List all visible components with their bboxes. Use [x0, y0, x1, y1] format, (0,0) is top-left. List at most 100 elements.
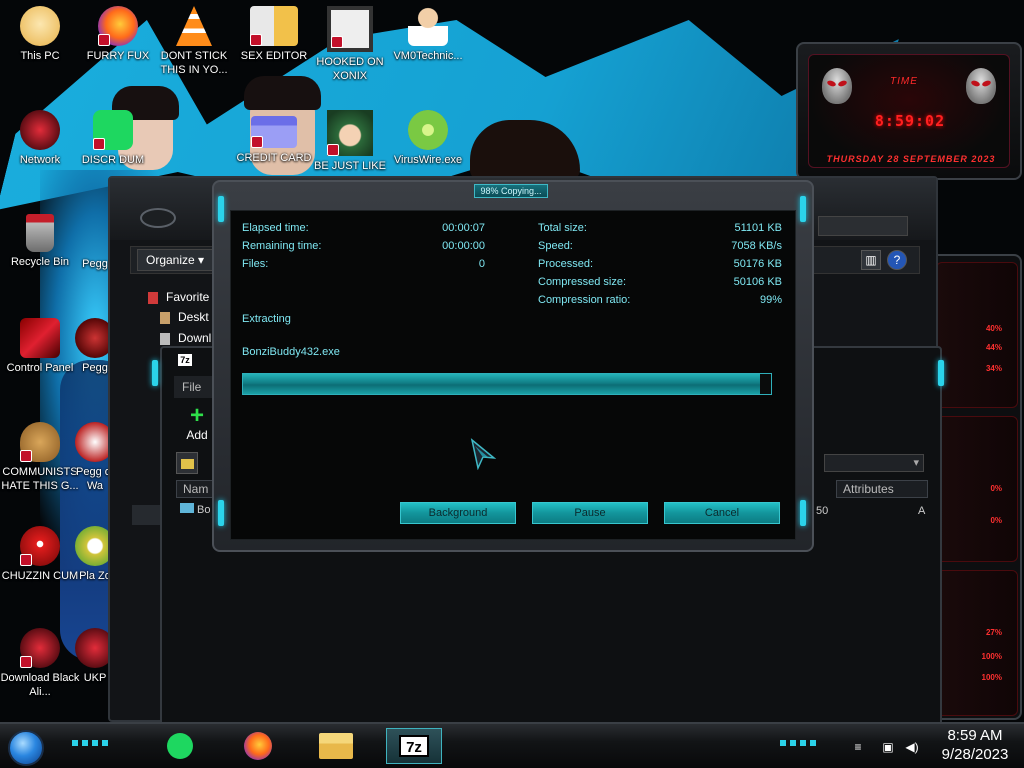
taskbar-accent: [72, 740, 112, 746]
nav-label: Downl: [178, 331, 212, 345]
pause-button[interactable]: Pause: [532, 502, 648, 524]
desktop-icon-dont-stick[interactable]: DONT STICK THIS IN YO...: [156, 6, 232, 77]
file-row-size: 50: [816, 505, 829, 517]
alien-head-icon: [966, 68, 996, 104]
add-button[interactable]: + Add: [182, 402, 212, 443]
desktop-icon-vm0technic[interactable]: VM0Technic...: [388, 6, 468, 63]
notification-icon[interactable]: ≡: [850, 740, 866, 754]
desktop-icon-chuzzin[interactable]: CHUZZIN CUM: [0, 526, 80, 583]
drive-usage-percent: 0%: [990, 516, 1002, 525]
cpu-core-percent: 44%: [985, 343, 1002, 352]
background-button[interactable]: Background: [400, 502, 516, 524]
operation-status: Extracting: [242, 313, 291, 325]
desktop-icon-label: VM0Technic...: [393, 50, 463, 62]
column-header-name[interactable]: Nam: [176, 480, 216, 498]
recycle-bin-icon: [26, 214, 54, 252]
nav-label: Deskt: [178, 310, 209, 324]
desktop-icon-recycle-bin[interactable]: Recycle Bin: [0, 214, 80, 269]
processed-label: Processed:: [538, 258, 594, 270]
desktop-icon-sex-editor[interactable]: SEX EDITOR: [234, 6, 314, 63]
compressed-size-value: 50106 KB: [733, 276, 782, 288]
desktop-icon-network[interactable]: Network: [0, 110, 80, 167]
desktop-icon-label: SEX EDITOR: [240, 50, 308, 62]
desktop-icon-label: BE JUST LIKE: [314, 160, 386, 172]
desktop-icon-credit-card[interactable]: CREDIT CARD: [234, 110, 314, 165]
mouse-cursor-icon: [470, 438, 496, 470]
compression-ratio-label: Compression ratio:: [538, 294, 631, 306]
spotify-icon: [167, 733, 193, 759]
help-icon[interactable]: ?: [887, 250, 907, 270]
file-icon: [180, 503, 194, 513]
column-attributes-label: Attributes: [843, 482, 894, 496]
start-button[interactable]: [8, 730, 44, 766]
preview-pane-icon[interactable]: ▥: [861, 250, 881, 270]
taskbar-clock[interactable]: 8:59 AM 9/28/2023: [930, 726, 1020, 764]
menu-file-label: File: [182, 380, 202, 394]
organize-button[interactable]: Organize ▾: [137, 249, 214, 271]
taskbar-date: 9/28/2023: [941, 746, 1009, 763]
folder-icon: [319, 733, 353, 759]
cancel-button[interactable]: Cancel: [664, 502, 780, 524]
progress-dialog-title[interactable]: 98% Copying...: [474, 184, 548, 198]
chuzzle-icon: [20, 526, 60, 566]
memory-percent: 100%: [981, 652, 1002, 661]
desktop-icon-label: Network: [19, 154, 61, 166]
nav-item-favorites[interactable]: Favorite: [148, 290, 209, 304]
cartoon-face-icon: [20, 6, 60, 46]
nav-item-desktop[interactable]: Deskt: [160, 310, 209, 324]
elapsed-time-label: Elapsed time:: [242, 222, 309, 234]
taskbar-accent: [780, 740, 820, 746]
hxd-editor-icon: [250, 6, 298, 46]
taskbar-spotify[interactable]: [152, 728, 208, 764]
files-value: 0: [478, 258, 485, 270]
path-combo[interactable]: [824, 454, 924, 472]
cpu-core-percent: 34%: [985, 364, 1002, 373]
column-header-attributes[interactable]: Attributes: [836, 480, 928, 498]
file-row-name[interactable]: Bo: [180, 503, 210, 516]
volume-icon[interactable]: ◀): [904, 740, 920, 754]
folder-up-icon[interactable]: [176, 452, 198, 474]
santa-icon: [327, 110, 373, 156]
desktop-icon-furry-fux[interactable]: FURRY FUX: [78, 6, 158, 63]
speed-value: 7058 KB/s: [731, 240, 782, 252]
files-label: Files:: [242, 258, 269, 270]
explorer-logo-icon: [140, 208, 176, 228]
desktop-icon-label: Control Panel: [6, 362, 74, 374]
progress-bar-fill: [243, 374, 761, 394]
frame-accent: [218, 196, 224, 222]
vlc-cone-icon: [176, 6, 212, 46]
taskbar-7zip[interactable]: 7z: [386, 728, 442, 764]
desktop-icon-label: CREDIT CARD: [236, 152, 312, 164]
explorer-search-input[interactable]: [818, 216, 908, 236]
taskbar-time: 8:59 AM: [947, 727, 1003, 744]
desktop-icon-be-just-like[interactable]: BE JUST LIKE: [310, 110, 390, 173]
desktop-icon-label: Recycle Bin: [10, 256, 70, 268]
desktop-icon-hooked-on-xonix[interactable]: HOOKED ON XONIX: [310, 6, 390, 83]
nav-item-downloads[interactable]: Downl: [160, 331, 211, 345]
desktop-icon-discord-dump[interactable]: DISCR DUM: [78, 110, 148, 167]
desktop-icon-label: This PC: [20, 50, 60, 62]
memory-percent: 100%: [981, 673, 1002, 682]
taskbar-firefox[interactable]: [230, 728, 286, 764]
taskbar-file-explorer[interactable]: [308, 728, 364, 764]
desktop-icon-label: Download Black Ali...: [0, 672, 80, 698]
file-row-name-text: Bo: [197, 504, 211, 516]
desktop-folder-icon: [160, 311, 170, 324]
spotify-icon: [93, 110, 133, 150]
frame-accent: [218, 500, 224, 526]
desktop-icon-label: HOOKED ON XONIX: [316, 56, 384, 82]
column-name-label: Nam: [183, 482, 209, 496]
current-file-name: BonziBuddy432.exe: [242, 346, 340, 358]
plus-icon: +: [189, 402, 204, 429]
organize-label: Organize: [146, 253, 195, 267]
desktop-icon-label: DISCR DUM: [81, 154, 145, 166]
desktop-icon-viruswire[interactable]: VirusWire.exe: [388, 110, 468, 167]
desktop-icon-communists[interactable]: COMMUNISTS HATE THIS G...: [0, 422, 80, 493]
desktop-icon-control-panel[interactable]: Control Panel: [0, 318, 80, 375]
frame-accent: [800, 500, 806, 526]
desktop-icon-download-black-alien[interactable]: Download Black Ali...: [0, 628, 80, 699]
7zip-badge: 7z: [180, 355, 190, 365]
network-icon[interactable]: ▣: [880, 740, 896, 754]
frame-accent: [800, 196, 806, 222]
desktop-icon-this-pc[interactable]: This PC: [0, 6, 80, 63]
